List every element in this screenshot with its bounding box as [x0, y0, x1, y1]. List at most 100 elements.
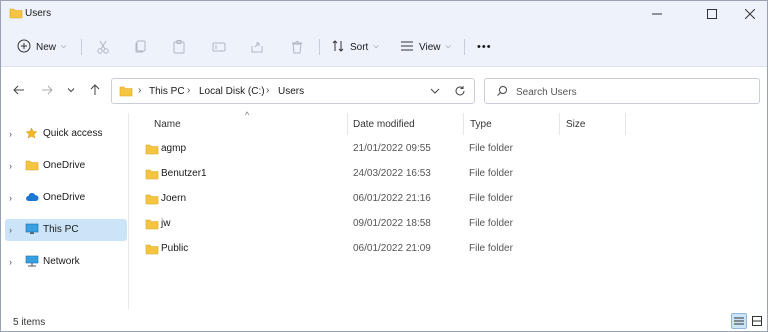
- address-row: › This PC › Local Disk (C:) › Users: [1, 67, 767, 113]
- breadcrumb-chevron-icon: ›: [138, 85, 142, 96]
- back-button[interactable]: [11, 82, 27, 98]
- column-header-row: ^ Name Date modified Type Size: [131, 110, 767, 135]
- file-name: agmp: [161, 143, 187, 154]
- recent-locations-button[interactable]: [63, 82, 79, 98]
- nav-item-onedrive-folder[interactable]: › OneDrive: [5, 155, 127, 177]
- folder-icon: [145, 168, 159, 183]
- star-icon: [25, 127, 38, 143]
- breadcrumb-users[interactable]: Users: [278, 86, 304, 97]
- file-type: File folder: [469, 168, 513, 179]
- chevron-down-icon: ⌵: [445, 43, 451, 50]
- file-row[interactable]: Benutzer1 24/03/2022 16:53 File folder: [139, 163, 759, 185]
- paste-icon[interactable]: [171, 39, 187, 55]
- column-divider[interactable]: [625, 113, 626, 135]
- copy-icon[interactable]: [133, 39, 149, 55]
- close-button[interactable]: [728, 1, 768, 27]
- nav-item-network[interactable]: › Network: [5, 251, 127, 273]
- search-box[interactable]: [484, 78, 760, 104]
- file-name: jw: [161, 218, 171, 229]
- chevron-right-icon[interactable]: ›: [9, 193, 12, 203]
- more-options-button[interactable]: •••: [477, 37, 492, 57]
- chevron-down-icon: [430, 88, 440, 94]
- breadcrumb-local-disk[interactable]: Local Disk (C:): [199, 86, 265, 97]
- item-count: 5 items: [13, 317, 46, 328]
- nav-item-label: OneDrive: [43, 160, 86, 171]
- window-title: Users: [25, 8, 52, 19]
- column-header-type[interactable]: Type: [470, 119, 492, 130]
- address-bar[interactable]: › This PC › Local Disk (C:) › Users: [111, 78, 475, 104]
- toolbar-divider: [81, 39, 82, 55]
- file-date: 09/01/2022 18:58: [353, 218, 431, 229]
- view-button-label: View: [419, 41, 441, 53]
- search-icon: [496, 85, 508, 100]
- tiles-view-icon: [752, 316, 762, 326]
- nav-item-this-pc[interactable]: › This PC: [5, 219, 127, 241]
- file-date: 24/03/2022 16:53: [353, 168, 431, 179]
- file-date: 06/01/2022 21:09: [353, 243, 431, 254]
- status-bar: 5 items: [1, 309, 767, 331]
- chevron-right-icon[interactable]: ›: [9, 161, 12, 171]
- file-type: File folder: [469, 243, 513, 254]
- column-divider[interactable]: [463, 113, 464, 135]
- nav-item-onedrive-cloud[interactable]: › OneDrive: [5, 187, 127, 209]
- sort-button-label: Sort: [350, 41, 369, 53]
- tiles-view-button[interactable]: [749, 313, 765, 329]
- file-row[interactable]: agmp 21/01/2022 09:55 File folder: [139, 138, 759, 160]
- new-button-label: New: [36, 41, 57, 53]
- file-row[interactable]: Public 06/01/2022 21:09 File folder: [139, 238, 759, 260]
- minimize-button[interactable]: [635, 1, 679, 27]
- folder-icon: [25, 159, 39, 174]
- view-button[interactable]: View ⌵: [400, 37, 451, 57]
- file-name: Joern: [161, 193, 187, 204]
- column-divider[interactable]: [559, 113, 560, 135]
- folder-icon: [9, 7, 23, 22]
- column-header-name[interactable]: Name: [154, 119, 181, 130]
- new-button[interactable]: New ⌵: [17, 37, 66, 57]
- delete-icon[interactable]: [289, 39, 305, 55]
- command-bar: New ⌵ Sort ⌵ View ⌵ •••: [1, 27, 767, 67]
- chevron-right-icon[interactable]: ›: [9, 129, 12, 139]
- arrow-right-icon: [42, 85, 53, 95]
- toolbar-divider: [464, 39, 465, 55]
- rename-icon[interactable]: [211, 39, 227, 55]
- arrow-left-icon: [13, 85, 24, 95]
- folder-icon: [119, 85, 133, 100]
- toolbar-divider: [319, 39, 320, 55]
- file-name: Public: [161, 243, 189, 254]
- folder-icon: [145, 143, 159, 158]
- breadcrumb-this-pc[interactable]: This PC: [149, 86, 185, 97]
- column-header-date[interactable]: Date modified: [353, 119, 415, 130]
- file-date: 21/01/2022 09:55: [353, 143, 431, 154]
- cloud-icon: [25, 191, 39, 206]
- search-input[interactable]: [516, 84, 746, 100]
- breadcrumb-chevron-icon: ›: [266, 85, 270, 96]
- address-history-dropdown[interactable]: [430, 87, 440, 98]
- view-lines-icon: [400, 39, 414, 56]
- column-header-size[interactable]: Size: [566, 119, 585, 130]
- column-divider[interactable]: [347, 113, 348, 135]
- forward-button[interactable]: [39, 82, 55, 98]
- sort-ascending-icon: ^: [245, 110, 250, 120]
- chevron-down-icon: ⌵: [61, 43, 67, 50]
- folder-icon: [145, 193, 159, 208]
- file-type: File folder: [469, 218, 513, 229]
- sort-button[interactable]: Sort ⌵: [331, 37, 379, 57]
- file-row[interactable]: jw 09/01/2022 18:58 File folder: [139, 213, 759, 235]
- file-row[interactable]: Joern 06/01/2022 21:16 File folder: [139, 188, 759, 210]
- file-type: File folder: [469, 193, 513, 204]
- monitor-icon: [25, 223, 39, 238]
- cut-icon[interactable]: [95, 39, 111, 55]
- chevron-down-icon: [67, 88, 75, 93]
- details-view-button[interactable]: [731, 313, 747, 329]
- nav-item-quick-access[interactable]: › Quick access: [5, 123, 127, 145]
- title-bar: Users: [1, 1, 767, 27]
- chevron-right-icon[interactable]: ›: [9, 225, 12, 235]
- refresh-button[interactable]: [454, 84, 466, 101]
- nav-item-label: This PC: [43, 224, 79, 235]
- folder-icon: [145, 218, 159, 233]
- share-icon[interactable]: [249, 39, 265, 55]
- chevron-right-icon[interactable]: ›: [9, 257, 12, 267]
- file-name: Benutzer1: [161, 168, 207, 179]
- up-button[interactable]: [87, 82, 103, 98]
- details-view-icon: [734, 317, 744, 325]
